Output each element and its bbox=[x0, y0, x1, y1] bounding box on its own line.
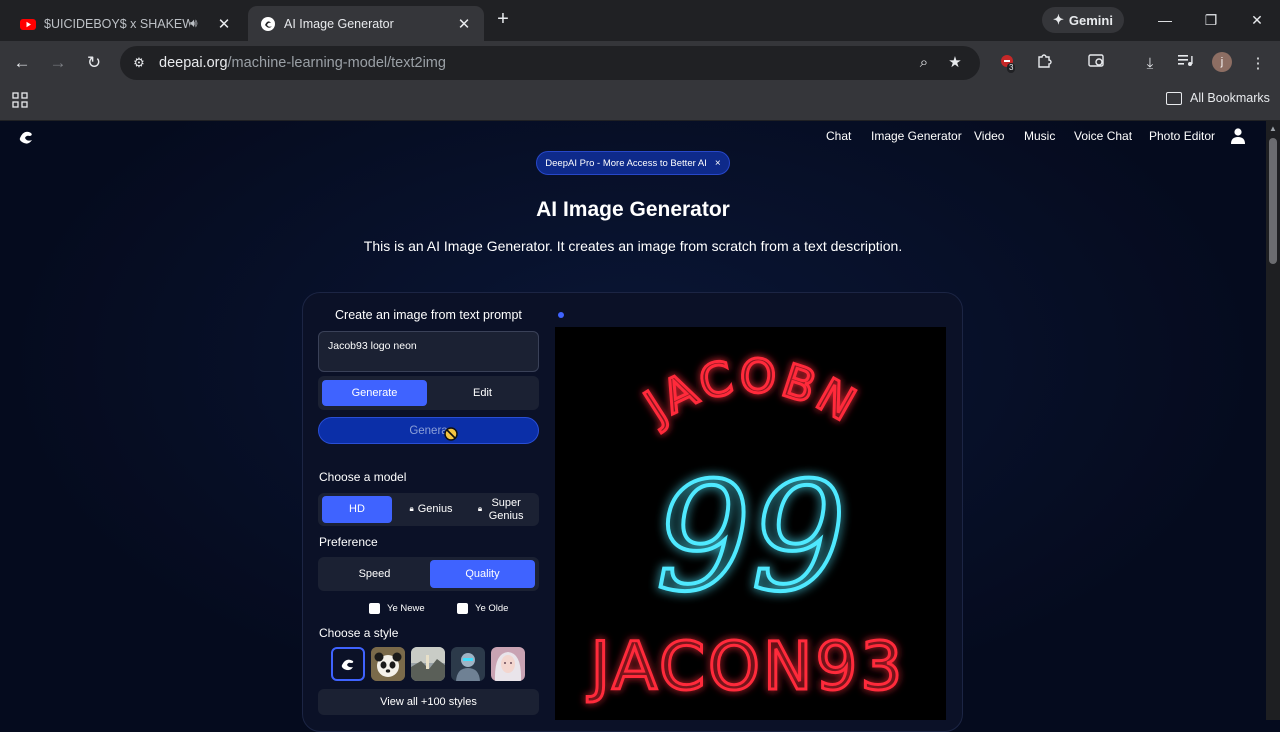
folder-icon bbox=[1166, 91, 1182, 105]
gemini-button[interactable]: ✦ Gemini bbox=[1042, 7, 1124, 33]
scrollbar-thumb[interactable] bbox=[1269, 138, 1277, 264]
tab-edit[interactable]: Edit bbox=[430, 380, 535, 406]
user-account-icon[interactable] bbox=[1230, 127, 1246, 145]
neon-number-text: 99 bbox=[656, 451, 847, 625]
ye-olde-label: Ye Olde bbox=[475, 603, 509, 614]
lock-icon: 🔒︎ bbox=[409, 504, 414, 514]
address-bar[interactable]: ⚙ deepai.org/machine-learning-model/text… bbox=[120, 46, 980, 80]
extensions-puzzle-icon[interactable] bbox=[1033, 53, 1055, 75]
restore-icon[interactable]: ❐ bbox=[1199, 8, 1223, 32]
gemini-sparkle-icon: ✦ bbox=[1053, 12, 1064, 27]
model-genius-label: Genius bbox=[417, 503, 453, 516]
generated-image[interactable]: JACOBN 99 JACON93 bbox=[555, 327, 946, 720]
download-icon[interactable]: ⤓ bbox=[1139, 53, 1161, 75]
profile-avatar[interactable]: j bbox=[1212, 52, 1232, 72]
forward-arrow-icon[interactable]: → bbox=[46, 51, 70, 75]
tab-title: $UICIDEBOY$ x SHAKEWELL bbox=[44, 16, 190, 31]
nav-voice-chat[interactable]: Voice Chat bbox=[1074, 129, 1132, 143]
mode-segmented-control: Generate Edit bbox=[318, 376, 539, 410]
lock-icon: 🔒︎ bbox=[477, 504, 483, 514]
all-bookmarks-label: All Bookmarks bbox=[1190, 91, 1270, 105]
close-tab-icon[interactable]: ✕ bbox=[216, 15, 232, 33]
tab-search-icon[interactable] bbox=[1086, 53, 1108, 75]
new-tab-button[interactable]: + bbox=[492, 8, 514, 30]
neon-logo-image: JACOBN 99 JACON93 bbox=[555, 327, 946, 720]
extension-badge-count: 3 bbox=[1007, 63, 1016, 73]
style-robot-thumb[interactable] bbox=[451, 647, 485, 681]
style-portrait-thumb[interactable] bbox=[491, 647, 525, 681]
close-tab-icon[interactable]: ✕ bbox=[456, 15, 472, 33]
youtube-icon bbox=[20, 18, 36, 30]
pro-promo-banner[interactable]: DeepAI Pro - More Access to Better AI × bbox=[536, 151, 730, 175]
promo-text: DeepAI Pro - More Access to Better AI bbox=[545, 157, 707, 169]
progress-dot bbox=[558, 312, 564, 318]
url-path: /machine-learning-model/text2img bbox=[227, 55, 446, 71]
pref-quality[interactable]: Quality bbox=[430, 560, 535, 588]
close-promo-icon[interactable]: × bbox=[715, 158, 721, 169]
checkbox-box[interactable] bbox=[457, 603, 468, 614]
model-hd[interactable]: HD bbox=[322, 496, 392, 523]
generate-button[interactable]: Genera bbox=[318, 417, 539, 444]
panda-image bbox=[371, 647, 405, 681]
tab-youtube[interactable]: $UICIDEBOY$ x SHAKEWELL 🔊︎ ✕ bbox=[8, 6, 244, 41]
gemini-label: Gemini bbox=[1068, 12, 1113, 28]
zoom-search-icon[interactable]: ⌕ bbox=[915, 54, 933, 72]
ye-olde-checkbox[interactable]: Ye Olde bbox=[457, 603, 508, 614]
apps-grid-icon[interactable] bbox=[12, 92, 28, 108]
not-allowed-cursor-icon bbox=[444, 427, 458, 441]
preference-label: Preference bbox=[319, 535, 378, 549]
deepai-favicon-icon bbox=[261, 16, 275, 31]
browser-toolbar: ← → ↻ ⚙ deepai.org/machine-learning-mode… bbox=[0, 41, 1280, 85]
view-all-styles-button[interactable]: View all +100 styles bbox=[318, 689, 539, 715]
page-title: AI Image Generator bbox=[536, 198, 730, 221]
model-super-genius[interactable]: 🔒︎ Super Genius bbox=[468, 496, 536, 523]
nav-music[interactable]: Music bbox=[1024, 129, 1055, 143]
tab-title: AI Image Generator bbox=[284, 16, 394, 31]
style-panda-thumb[interactable] bbox=[371, 647, 405, 681]
minimize-icon[interactable]: — bbox=[1153, 8, 1177, 32]
all-bookmarks-button[interactable]: All Bookmarks bbox=[1166, 91, 1270, 105]
prompt-textarea[interactable]: Jacob93 logo neon bbox=[318, 331, 539, 372]
site-info-icon[interactable]: ⚙ bbox=[122, 55, 156, 71]
model-segmented-control: HD 🔒︎ Genius 🔒︎ Super Genius bbox=[318, 493, 539, 526]
page-subtitle: This is an AI Image Generator. It create… bbox=[363, 238, 903, 254]
menu-kebab-icon[interactable]: ⋮ bbox=[1247, 53, 1269, 75]
back-arrow-icon[interactable]: ← bbox=[10, 51, 34, 75]
nav-image-generator[interactable]: Image Generator bbox=[871, 129, 962, 143]
scroll-up-arrow-icon[interactable]: ▲ bbox=[1268, 124, 1278, 133]
model-label: Choose a model bbox=[319, 470, 407, 484]
nav-chat[interactable]: Chat bbox=[826, 129, 851, 143]
extension-badge-icon[interactable]: 3 bbox=[996, 53, 1018, 75]
model-genius[interactable]: 🔒︎ Genius bbox=[396, 496, 466, 523]
robot-image bbox=[451, 647, 485, 681]
tab-generate[interactable]: Generate bbox=[322, 380, 427, 406]
portrait-image bbox=[491, 647, 525, 681]
model-super-genius-label: Super Genius bbox=[488, 497, 524, 522]
nav-photo-editor[interactable]: Photo Editor bbox=[1149, 129, 1215, 143]
style-landscape-thumb[interactable] bbox=[411, 647, 445, 681]
reload-icon[interactable]: ↻ bbox=[82, 51, 106, 75]
bookmarks-bar bbox=[0, 85, 1280, 121]
nav-video[interactable]: Video bbox=[974, 129, 1004, 143]
ye-newe-checkbox[interactable]: Ye Newe bbox=[369, 603, 425, 614]
ye-newe-label: Ye Newe bbox=[387, 603, 425, 614]
pref-speed[interactable]: Speed bbox=[322, 560, 427, 588]
browser-tab-bar: $UICIDEBOY$ x SHAKEWELL 🔊︎ ✕ AI Image Ge… bbox=[0, 0, 1280, 41]
deepai-logo-icon[interactable] bbox=[16, 127, 36, 147]
tab-ai-image-generator[interactable]: AI Image Generator ✕ bbox=[248, 6, 484, 41]
speaker-icon[interactable]: 🔊︎ bbox=[190, 16, 206, 31]
style-label: Choose a style bbox=[319, 626, 399, 640]
panel-title: Create an image from text prompt bbox=[335, 308, 522, 322]
landscape-image bbox=[411, 647, 445, 681]
neon-bottom-text: JACON93 bbox=[587, 628, 906, 705]
deepai-logo-icon bbox=[341, 659, 354, 671]
preference-segmented-control: Speed Quality bbox=[318, 557, 539, 591]
media-queue-icon[interactable] bbox=[1175, 53, 1197, 75]
url-host: deepai.org bbox=[159, 55, 228, 71]
style-default-thumb[interactable] bbox=[331, 647, 365, 681]
checkbox-box[interactable] bbox=[369, 603, 380, 614]
bookmark-star-icon[interactable]: ★ bbox=[946, 54, 964, 72]
close-window-icon[interactable]: ✕ bbox=[1245, 8, 1269, 32]
